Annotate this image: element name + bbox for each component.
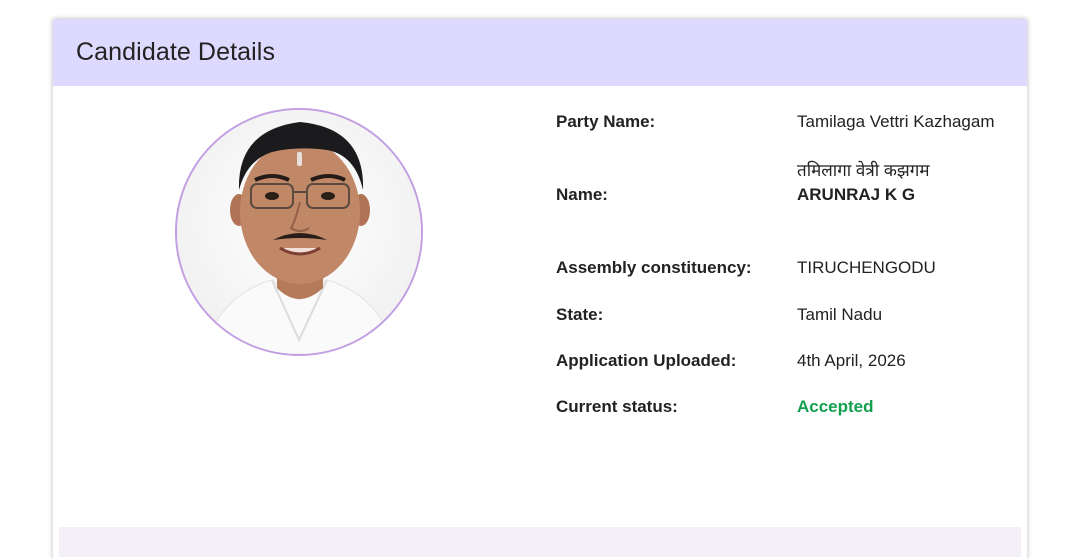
candidate-details-list: Party Name: Tamilaga Vettri Kazhagam तमि… (556, 19, 1026, 559)
constituency-label: Assembly constituency: (556, 258, 752, 277)
current-status-label: Current status: (556, 397, 678, 416)
state-value: Tamil Nadu (797, 305, 883, 324)
name-value: ARUNRAJ K G (797, 185, 916, 204)
card-title: Candidate Details (76, 38, 276, 66)
candidate-photo (175, 108, 423, 356)
candidate-portrait-image (177, 110, 421, 354)
name-hindi-text: तमिलागा वेत्री कझगम (797, 161, 930, 180)
state-label: State: (556, 305, 604, 324)
candidate-details-card: Candidate Details Party Name: Tamilaga V… (53, 19, 1027, 559)
card-footer-strip (59, 527, 1021, 557)
current-status-badge: Accepted (797, 397, 874, 416)
party-name-label: Party Name: (556, 112, 656, 131)
constituency-value: TIRUCHENGODU (797, 258, 936, 277)
name-label: Name: (556, 185, 608, 204)
party-name-value: Tamilaga Vettri Kazhagam (797, 112, 995, 131)
application-uploaded-value: 4th April, 2026 (797, 351, 906, 370)
application-uploaded-label: Application Uploaded: (556, 351, 737, 370)
